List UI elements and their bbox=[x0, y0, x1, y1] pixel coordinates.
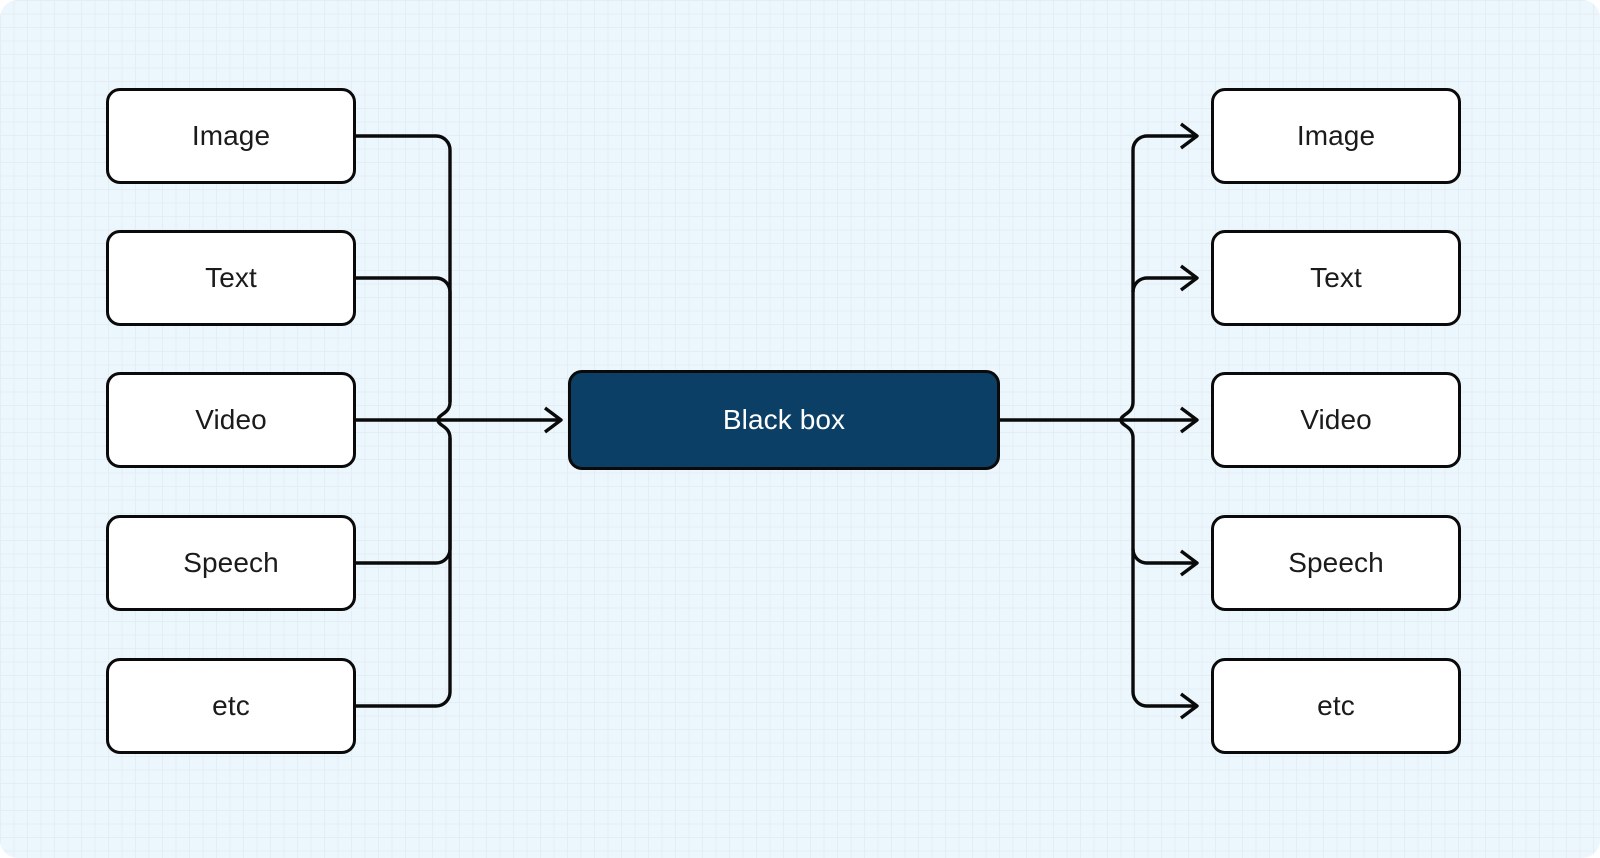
edge-text-to-trunk bbox=[356, 276, 452, 402]
edge-speech-to-trunk bbox=[356, 438, 452, 565]
input-node-speech[interactable]: Speech bbox=[106, 515, 356, 611]
input-node-video-label: Video bbox=[195, 404, 267, 435]
input-node-speech-label: Speech bbox=[183, 547, 279, 578]
output-node-image[interactable]: Image bbox=[1211, 88, 1461, 184]
input-node-text-label: Text bbox=[205, 262, 257, 293]
input-node-etc[interactable]: etc bbox=[106, 658, 356, 754]
edge-etc-to-trunk bbox=[356, 438, 452, 708]
black-box-label: Black box bbox=[722, 404, 846, 435]
output-node-text-label: Text bbox=[1310, 262, 1362, 293]
input-node-image[interactable]: Image bbox=[106, 88, 356, 184]
output-node-video-label: Video bbox=[1300, 404, 1372, 435]
output-node-etc-label: etc bbox=[1317, 690, 1355, 721]
input-node-video[interactable]: Video bbox=[106, 372, 356, 468]
output-node-text[interactable]: Text bbox=[1211, 230, 1461, 326]
input-node-etc-label: etc bbox=[212, 690, 250, 721]
output-node-video[interactable]: Video bbox=[1211, 372, 1461, 468]
output-node-speech-label: Speech bbox=[1288, 547, 1384, 578]
input-node-text[interactable]: Text bbox=[106, 230, 356, 326]
diagram-canvas: Image Text Video Speech etc Black box Im… bbox=[0, 0, 1600, 858]
input-node-image-label: Image bbox=[191, 120, 271, 151]
edge-image-to-trunk bbox=[356, 134, 452, 402]
output-node-image-label: Image bbox=[1296, 120, 1376, 151]
output-node-speech[interactable]: Speech bbox=[1211, 515, 1461, 611]
output-node-etc[interactable]: etc bbox=[1211, 658, 1461, 754]
black-box-node[interactable]: Black box bbox=[568, 370, 1000, 470]
